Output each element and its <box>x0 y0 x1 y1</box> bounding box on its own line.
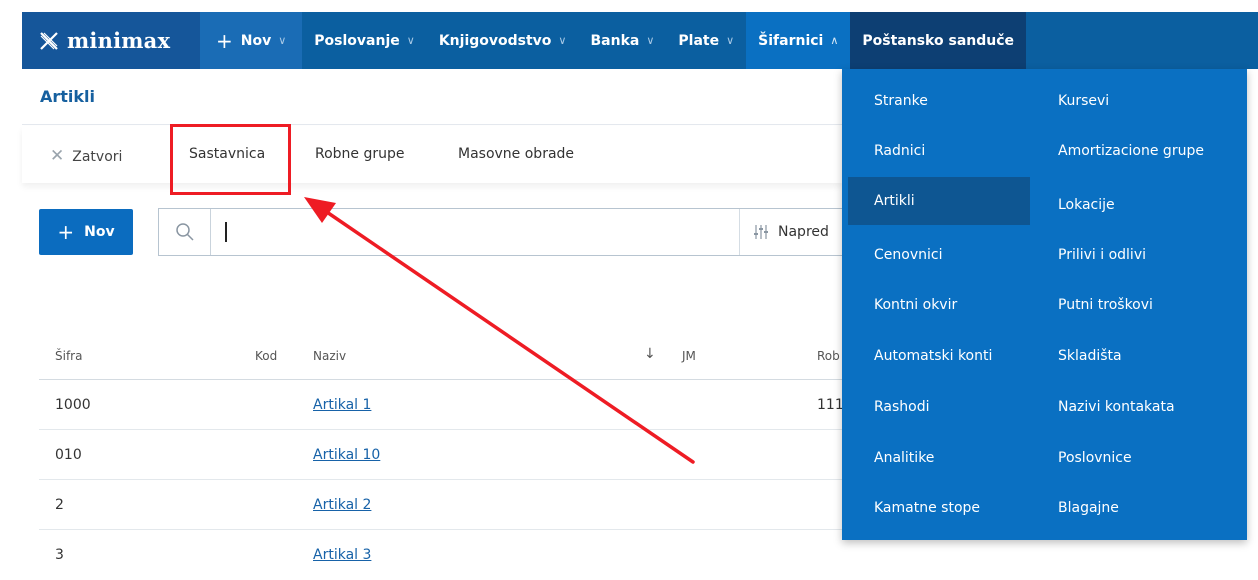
annotation-arrow <box>304 197 695 464</box>
